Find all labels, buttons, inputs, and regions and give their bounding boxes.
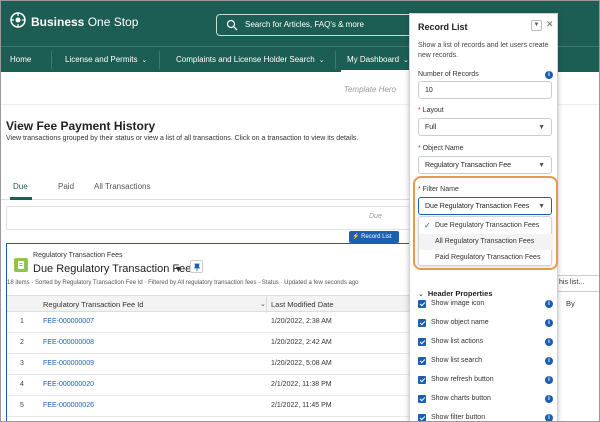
- list-meta: 18 items · Sorted by Regulatory Transact…: [7, 280, 359, 286]
- row-number: 1: [20, 318, 24, 325]
- search-icon: [226, 19, 238, 31]
- record-list-badge[interactable]: ⚡ Record List: [349, 231, 399, 243]
- nav-divider: [51, 51, 52, 69]
- info-icon[interactable]: i: [545, 414, 553, 421]
- header-properties-section[interactable]: ⌄ Header Properties: [418, 289, 493, 298]
- info-icon[interactable]: i: [545, 338, 553, 346]
- table-row[interactable]: 4 FEE-000000020 2/1/2022, 11:38 PM: [7, 375, 412, 396]
- page-title: View Fee Payment History: [6, 119, 156, 133]
- row-date: 2/1/2022, 11:38 PM: [271, 381, 332, 388]
- chevron-down-icon: ⌄: [141, 57, 148, 64]
- checkbox-show-refresh-button[interactable]: [418, 376, 426, 384]
- list-view-name[interactable]: Due Regulatory Transaction Fees: [33, 263, 197, 275]
- column-divider: [266, 296, 267, 313]
- checkbox-show-list-actions[interactable]: [418, 338, 426, 346]
- table-header: Regulatory Transaction Fee Id ⌄ Last Mod…: [7, 295, 412, 313]
- layout-select[interactable]: Full ▼: [418, 118, 552, 136]
- pin-button[interactable]: [190, 260, 203, 273]
- screenshot-frame: Business One Stop Search for Articles, F…: [0, 0, 600, 422]
- page-description: View transactions grouped by their statu…: [6, 135, 359, 142]
- row-number: 4: [20, 381, 24, 388]
- row-date: 1/20/2022, 2:38 AM: [271, 318, 332, 325]
- row-date: 2/1/2022, 11:45 PM: [271, 402, 332, 409]
- drop-zone-label: Due: [369, 213, 382, 220]
- row-date: 1/20/2022, 2:42 AM: [271, 339, 332, 346]
- tab-due[interactable]: Due: [13, 182, 28, 191]
- checkbox-show-list-search[interactable]: [418, 357, 426, 365]
- nav-item-home[interactable]: Home: [10, 55, 31, 64]
- brand-name[interactable]: Business One Stop: [31, 15, 138, 29]
- tab-active-indicator: [10, 197, 32, 200]
- fee-id-link[interactable]: FEE-000000008: [43, 339, 94, 346]
- close-icon[interactable]: ✕: [546, 19, 554, 30]
- tab-paid[interactable]: Paid: [58, 182, 74, 191]
- info-icon[interactable]: i: [545, 357, 553, 365]
- hero-label: Template Hero: [343, 85, 396, 94]
- pin-icon: [193, 263, 201, 271]
- fee-id-link[interactable]: FEE-000000020: [43, 381, 94, 388]
- checkbox-show-image-icon[interactable]: [418, 300, 426, 308]
- object-name-select[interactable]: Regulatory Transaction Fee ▼: [418, 156, 552, 174]
- row-number: 3: [20, 360, 24, 367]
- fee-id-link[interactable]: FEE-000000026: [43, 402, 94, 409]
- search-placeholder: Search for Articles, FAQ's & more: [245, 20, 364, 29]
- chevron-down-icon: ⌄: [318, 57, 325, 64]
- chevron-down-icon: ▼: [538, 162, 545, 169]
- checkbox-label: Show filter button: [431, 414, 486, 421]
- nav-item-license-permits[interactable]: License and Permits ⌄: [65, 55, 147, 64]
- nav-item-complaints[interactable]: Complaints and License Holder Search ⌄: [176, 55, 325, 64]
- column-header-fee-id[interactable]: Regulatory Transaction Fee Id: [43, 300, 143, 309]
- row-number: 2: [20, 339, 24, 346]
- fee-id-link[interactable]: FEE-000000007: [43, 318, 94, 325]
- record-list-component[interactable]: Regulatory Transaction Fees Due Regulato…: [6, 243, 412, 421]
- tab-divider: [1, 199, 411, 200]
- column-header-last-modified[interactable]: Last Modified Date: [271, 300, 334, 309]
- tab-all-transactions[interactable]: All Transactions: [94, 182, 150, 191]
- callout-highlight: [413, 176, 558, 270]
- number-of-records-input[interactable]: 10: [418, 81, 552, 99]
- panel-title: Record List: [418, 22, 468, 32]
- object-name-label: Regulatory Transaction Fees: [33, 252, 123, 259]
- nav-divider: [159, 51, 160, 69]
- checkbox-label: Show list actions: [431, 338, 484, 345]
- fee-id-link[interactable]: FEE-000000009: [43, 360, 94, 367]
- row-number: 5: [20, 402, 24, 409]
- object-name-label: * Object Name: [418, 145, 464, 152]
- nav-item-my-dashboard[interactable]: My Dashboard ⌄: [347, 55, 409, 64]
- checkbox-label: Show list search: [431, 357, 482, 364]
- panel-description: Show a list of records and let users cre…: [418, 42, 549, 59]
- info-icon[interactable]: i: [545, 319, 553, 327]
- checkbox-label: Show object name: [431, 319, 489, 326]
- nav-divider: [335, 51, 336, 69]
- chevron-down-icon: ▼: [538, 124, 545, 131]
- info-icon[interactable]: i: [545, 300, 553, 308]
- checkbox-label: Show charts button: [431, 395, 491, 402]
- checkbox-show-charts-button[interactable]: [418, 395, 426, 403]
- checkbox-label: Show refresh button: [431, 376, 494, 383]
- row-date: 1/20/2022, 5:08 AM: [271, 360, 332, 367]
- layout-label: * Layout: [418, 107, 444, 114]
- table-row[interactable]: 2 FEE-000000008 1/20/2022, 2:42 AM: [7, 333, 412, 354]
- panel-dropdown-button[interactable]: ▼: [531, 20, 542, 31]
- logo-icon: [10, 12, 26, 28]
- sort-chevron-icon[interactable]: ⌄: [260, 300, 266, 308]
- component-drop-zone: Due: [6, 206, 411, 230]
- chevron-down-icon: ⌄: [418, 291, 424, 298]
- checkbox-show-filter-button[interactable]: [418, 414, 426, 421]
- table-row[interactable]: 3 FEE-000000009 1/20/2022, 5:08 AM: [7, 354, 412, 375]
- caret-down-icon[interactable]: ▼: [174, 264, 183, 274]
- info-icon[interactable]: i: [545, 71, 553, 79]
- number-of-records-label: Number of Records: [418, 71, 479, 78]
- info-icon[interactable]: i: [545, 376, 553, 384]
- table-row[interactable]: 5 FEE-000000026 2/1/2022, 11:45 PM: [7, 396, 412, 417]
- column-header-by[interactable]: By: [566, 299, 575, 308]
- tab-bar: Due Paid All Transactions: [1, 173, 411, 205]
- list-search-placeholder: his list...: [559, 279, 585, 286]
- search-input[interactable]: Search for Articles, FAQ's & more: [216, 14, 441, 36]
- checkbox-show-object-name[interactable]: [418, 319, 426, 327]
- info-icon[interactable]: i: [545, 395, 553, 403]
- checkbox-label: Show image icon: [431, 300, 485, 307]
- object-icon: [14, 258, 28, 272]
- table-row[interactable]: 1 FEE-000000007 1/20/2022, 2:38 AM: [7, 312, 412, 333]
